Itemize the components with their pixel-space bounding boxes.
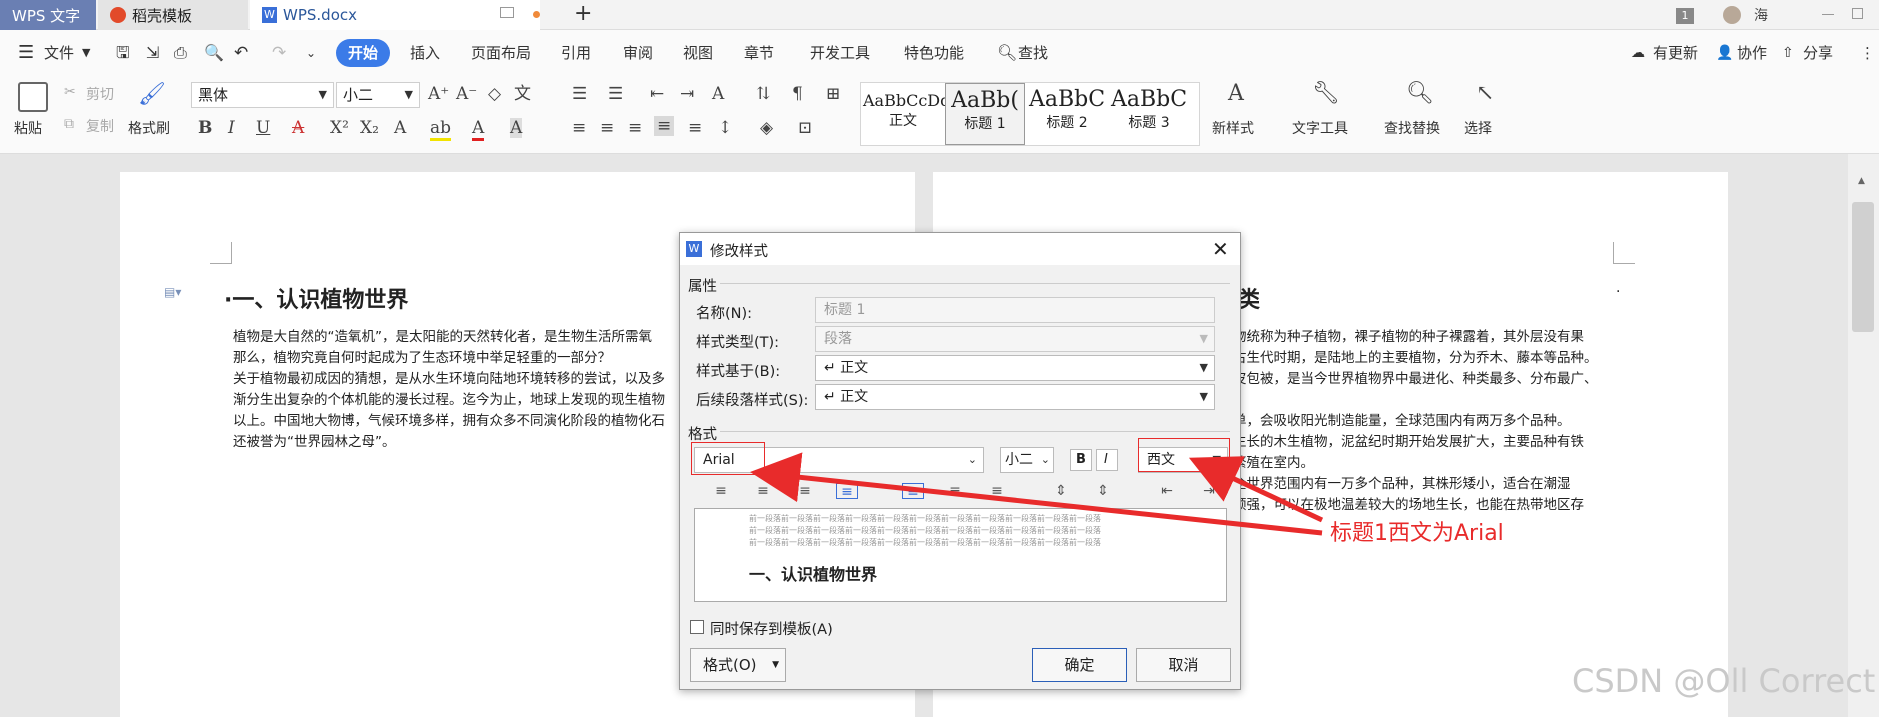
arrow-to-script xyxy=(1188,456,1324,523)
annotation-arrows xyxy=(750,452,1324,536)
annotation-text: 标题1西文为Arial xyxy=(1330,521,1504,546)
watermark: CSDN @Oll Correct xyxy=(1572,662,1876,700)
